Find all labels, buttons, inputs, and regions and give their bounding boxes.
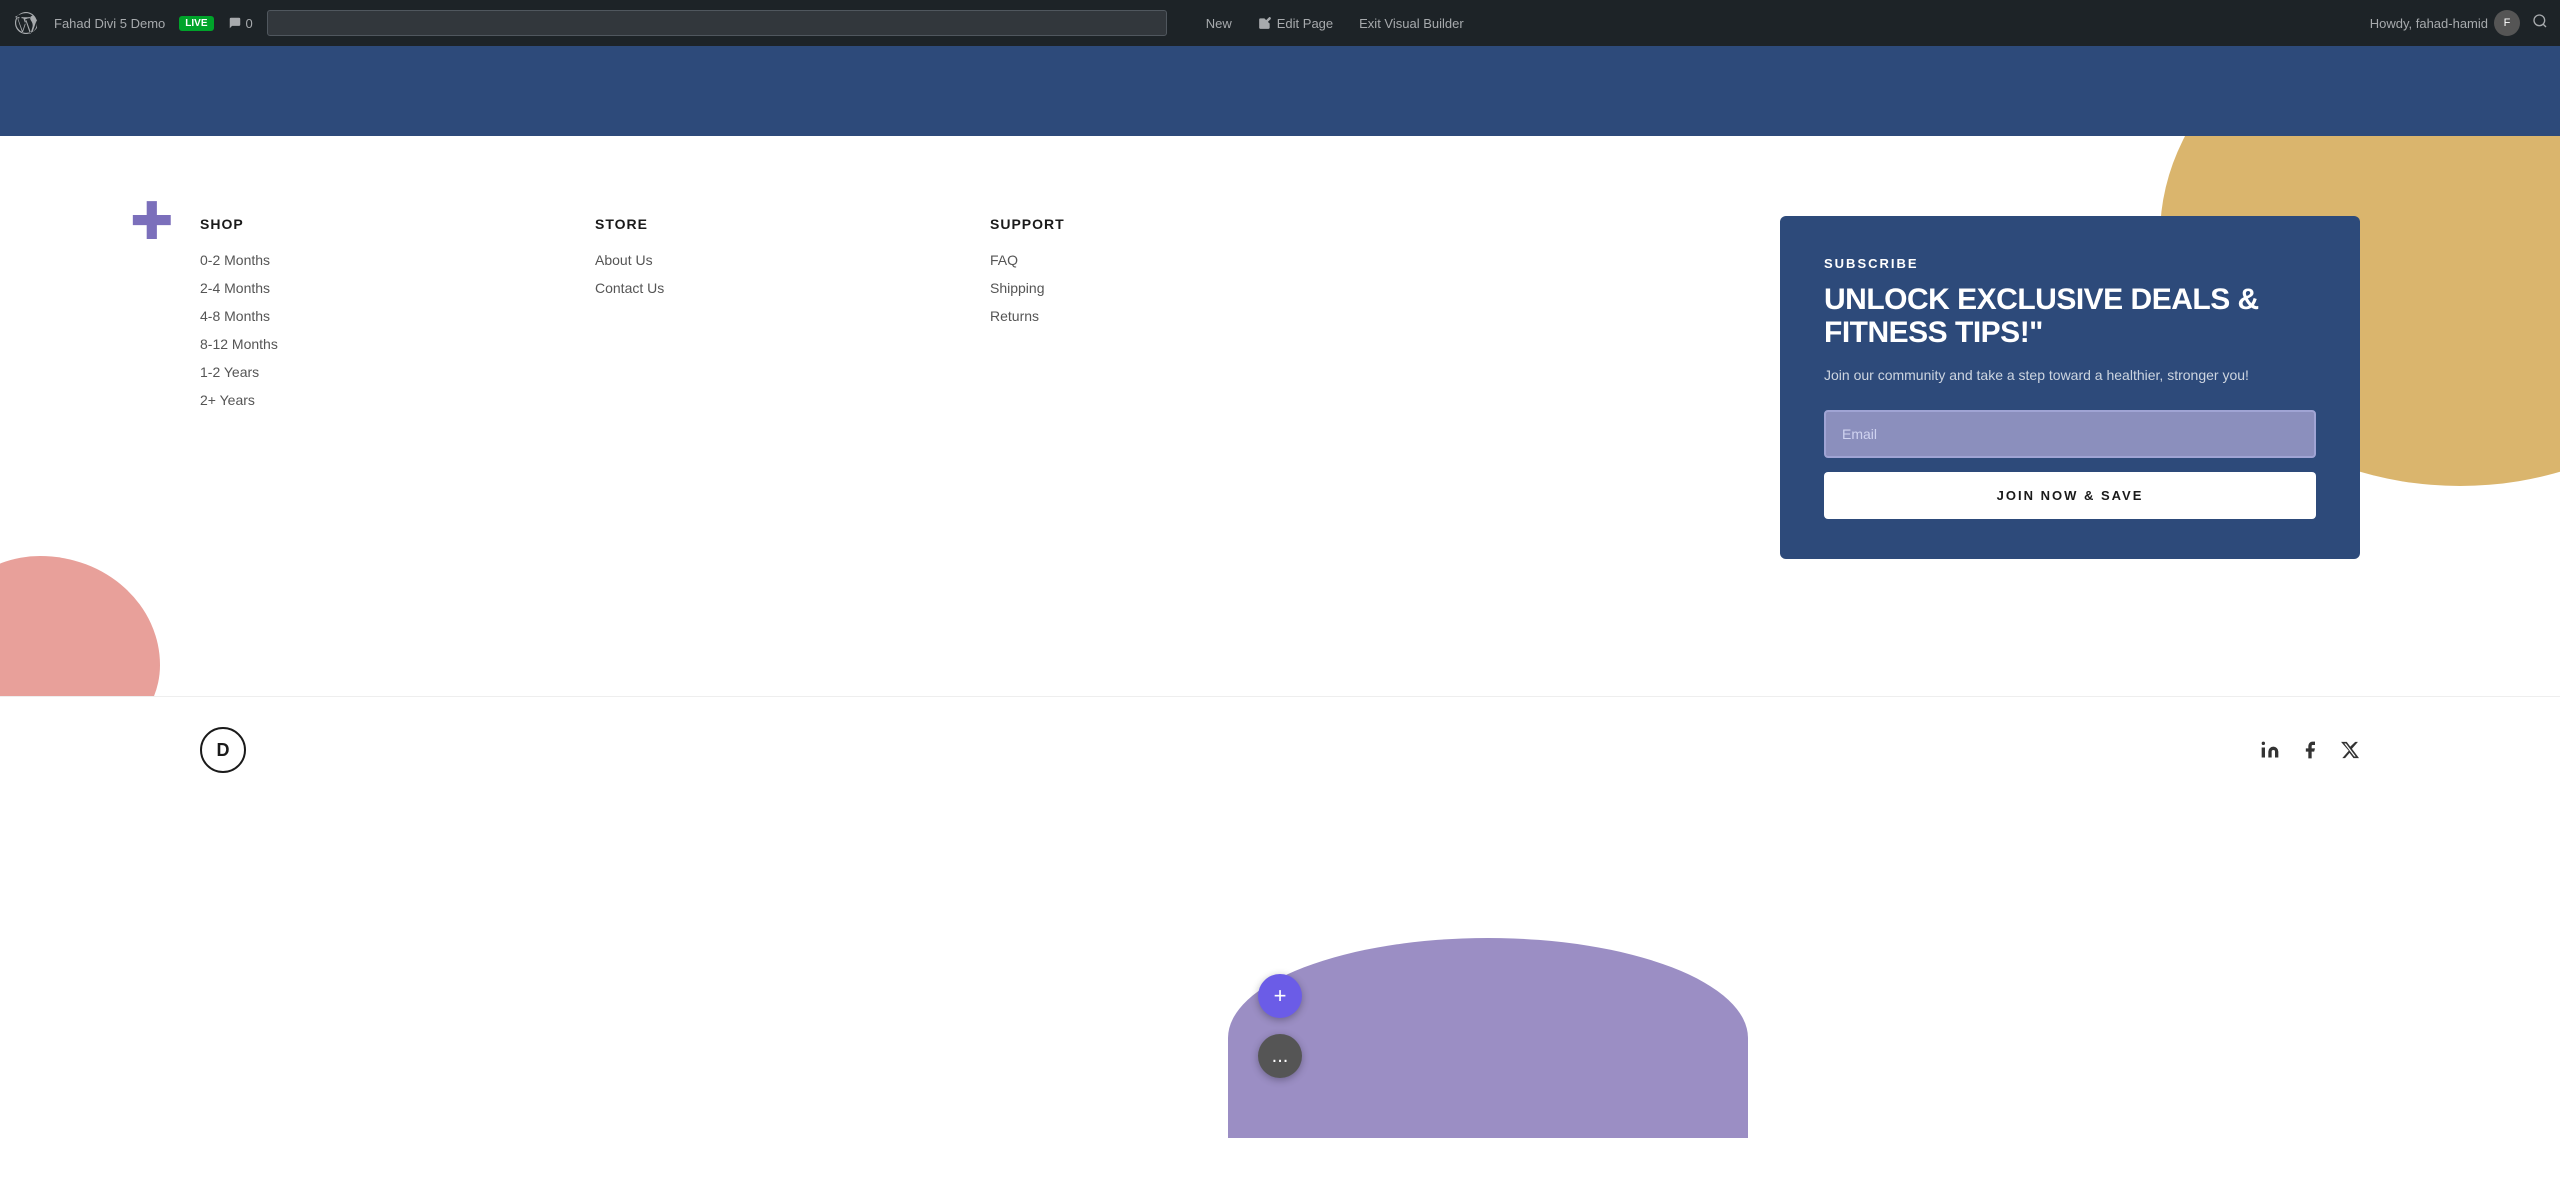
join-now-button[interactable]: JOIN NOW & SAVE (1824, 472, 2316, 519)
url-bar (267, 10, 1167, 36)
shop-link-2-4[interactable]: 2-4 Months (200, 280, 595, 296)
howdy-user[interactable]: Howdy, fahad-hamid F (2370, 10, 2520, 36)
twitter-x-icon[interactable] (2340, 740, 2360, 760)
shop-link-4-8[interactable]: 4-8 Months (200, 308, 595, 324)
linkedin-icon[interactable] (2260, 740, 2280, 760)
support-column: SUPPORT FAQ Shipping Returns (990, 216, 1385, 559)
site-name[interactable]: Fahad Divi 5 Demo (54, 16, 165, 31)
comments-count: 0 (246, 16, 253, 31)
shop-link-2-plus-years[interactable]: 2+ Years (200, 392, 595, 408)
header-band (0, 46, 2560, 136)
admin-search-icon[interactable] (2532, 13, 2548, 34)
edit-page-button[interactable]: Edit Page (1252, 12, 1339, 35)
user-avatar: F (2494, 10, 2520, 36)
shop-link-8-12[interactable]: 8-12 Months (200, 336, 595, 352)
deco-purple-blob (1228, 938, 1748, 1138)
shop-link-1-2-years[interactable]: 1-2 Years (200, 364, 595, 380)
store-link-about[interactable]: About Us (595, 252, 990, 268)
store-link-contact[interactable]: Contact Us (595, 280, 990, 296)
float-menu-button[interactable]: ... (1258, 1034, 1302, 1078)
email-input[interactable] (1824, 410, 2316, 458)
comments-button[interactable]: 0 (228, 16, 253, 31)
footer-bottom: D (0, 696, 2560, 803)
shop-column: SHOP 0-2 Months 2-4 Months 4-8 Months 8-… (200, 216, 595, 559)
divi-logo[interactable]: D (200, 727, 246, 773)
admin-bar: Fahad Divi 5 Demo Live 0 New Edit Page E… (0, 0, 2560, 46)
live-badge: Live (179, 16, 213, 31)
subscribe-title: UNLOCK EXCLUSIVE DEALS & FITNESS TIPS!" (1824, 283, 2316, 349)
spacer (1385, 216, 1780, 559)
shop-heading: SHOP (200, 216, 595, 232)
support-link-returns[interactable]: Returns (990, 308, 1385, 324)
subscribe-card: SUBSCRIBE UNLOCK EXCLUSIVE DEALS & FITNE… (1780, 216, 2360, 559)
support-link-faq[interactable]: FAQ (990, 252, 1385, 268)
store-heading: STORE (595, 216, 990, 232)
float-add-button[interactable]: + (1258, 974, 1302, 1018)
subscribe-section-label: SUBSCRIBE (1824, 256, 2316, 271)
url-input[interactable] (267, 10, 1167, 36)
subscribe-description: Join our community and take a step towar… (1824, 365, 2316, 386)
social-icons (2260, 740, 2360, 760)
shop-link-0-2[interactable]: 0-2 Months (200, 252, 595, 268)
facebook-icon[interactable] (2300, 740, 2320, 760)
store-column: STORE About Us Contact Us (595, 216, 990, 559)
footer-main: ✚ SHOP 0-2 Months 2-4 Months 4-8 Months … (0, 136, 2560, 696)
exit-visual-builder-button[interactable]: Exit Visual Builder (1353, 12, 1470, 35)
new-button[interactable]: New (1181, 12, 1238, 35)
wordpress-logo[interactable] (12, 9, 40, 37)
deco-pink-blob (0, 556, 160, 696)
admin-bar-right: Howdy, fahad-hamid F (2370, 10, 2548, 36)
plus-decoration: ✚ (130, 196, 174, 248)
support-heading: SUPPORT (990, 216, 1385, 232)
admin-bar-left: Fahad Divi 5 Demo Live 0 New Edit Page E… (12, 9, 2354, 37)
support-link-shipping[interactable]: Shipping (990, 280, 1385, 296)
footer-columns: SHOP 0-2 Months 2-4 Months 4-8 Months 8-… (200, 216, 2360, 559)
page-content: ✚ SHOP 0-2 Months 2-4 Months 4-8 Months … (0, 46, 2560, 803)
